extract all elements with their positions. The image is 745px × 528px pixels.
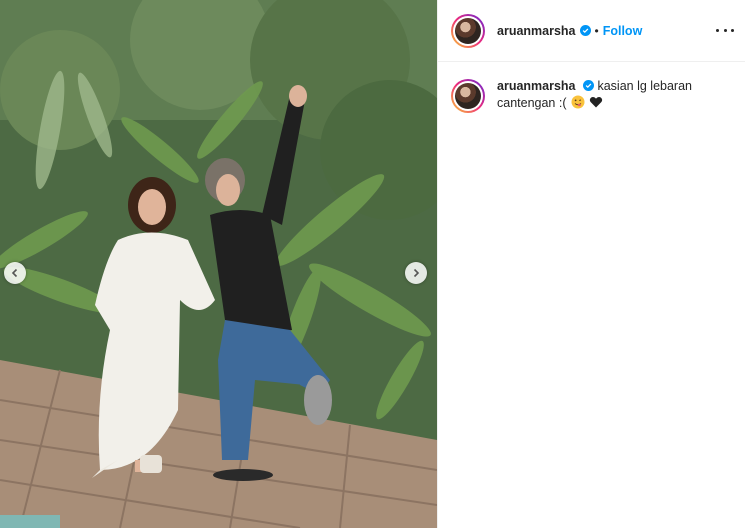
follow-button[interactable]: Follow: [603, 24, 643, 38]
post-header: aruanmarsha • Follow: [438, 0, 745, 62]
chevron-left-icon: [11, 268, 18, 278]
next-photo-button[interactable]: [405, 262, 427, 284]
post-photo: [0, 0, 437, 528]
chevron-right-icon: [413, 268, 420, 278]
username-link[interactable]: aruanmarsha: [497, 24, 576, 38]
post-side-panel: aruanmarsha • Follow aruanmarsha kasian …: [437, 0, 745, 528]
separator-dot: •: [594, 23, 599, 38]
black-heart-emoji: [590, 96, 603, 108]
verified-badge-icon: [579, 25, 591, 36]
caption: aruanmarsha kasian lg lebaran cantengan …: [438, 62, 745, 129]
more-options-icon[interactable]: [716, 24, 734, 36]
caption-avatar[interactable]: [451, 79, 485, 113]
verified-badge-icon: [583, 80, 594, 91]
previous-photo-button[interactable]: [4, 262, 26, 284]
caption-text: aruanmarsha kasian lg lebaran cantengan …: [497, 78, 702, 113]
post-photo-illustration: [0, 0, 437, 528]
winking-face-with-tongue-emoji: [571, 95, 585, 109]
caption-username-link[interactable]: aruanmarsha: [497, 79, 576, 93]
avatar[interactable]: [451, 13, 485, 48]
